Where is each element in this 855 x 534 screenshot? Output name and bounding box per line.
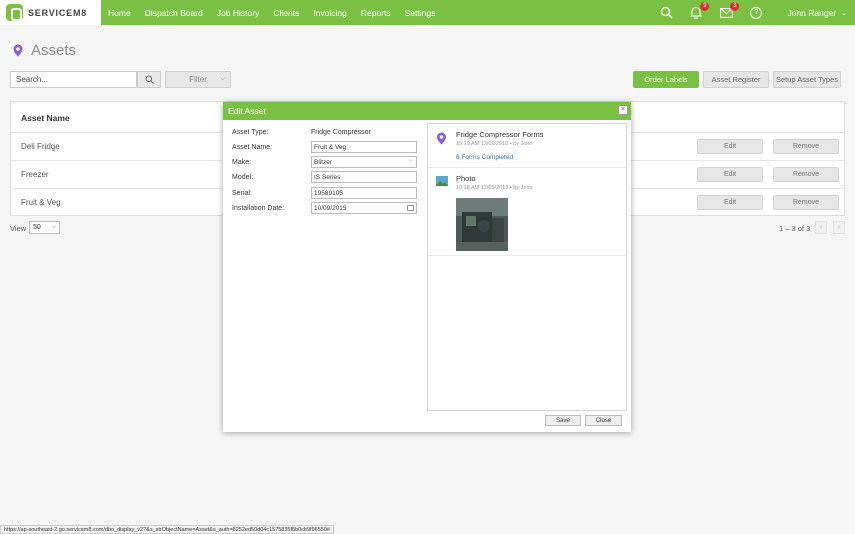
photo-item[interactable]: Photo 10:18 AM 12/09/2018 • by John	[428, 168, 626, 256]
make-label: Make:	[232, 159, 252, 166]
remove-button[interactable]: Remove	[773, 195, 839, 210]
edit-button[interactable]: Edit	[697, 139, 763, 154]
nav-home[interactable]: Home	[101, 8, 138, 18]
help-icon[interactable]: ?	[748, 5, 764, 21]
remove-button[interactable]: Remove	[773, 139, 839, 154]
save-button[interactable]: Save	[545, 415, 581, 426]
nav-right: 9 3 ? John Ranger ⌄	[651, 0, 855, 25]
asset-name-cell: Fruit & Veg	[21, 198, 61, 207]
edit-asset-modal: Edit Asset × Asset Type: Fridge Compress…	[223, 102, 631, 432]
page-size-select[interactable]: 50 ⌵	[29, 221, 60, 234]
photo-thumbnail[interactable]	[456, 198, 508, 251]
close-button[interactable]: Close	[585, 415, 622, 426]
app-root: SERVICEM8 Home Dispatch Board Job Histor…	[0, 0, 855, 534]
nav-clients[interactable]: Clients	[266, 8, 306, 18]
next-page-button[interactable]: ›	[833, 221, 845, 234]
forms-title: Fridge Compressor Forms	[456, 130, 544, 139]
nav-reports[interactable]: Reports	[354, 8, 398, 18]
photo-title: Photo	[456, 174, 476, 183]
filter-label: Filter	[189, 75, 207, 84]
asset-name-cell: Deli Fridge	[21, 142, 60, 151]
calendar-icon[interactable]	[407, 205, 414, 211]
nav-invoicing[interactable]: Invoicing	[306, 8, 354, 18]
main-nav: Home Dispatch Board Job History Clients …	[101, 0, 442, 25]
asset-register-button[interactable]: Asset Register	[703, 71, 769, 88]
installation-date-field[interactable]: 10/09/2015	[311, 202, 417, 214]
make-select[interactable]: Blitzer ⌵	[311, 156, 417, 168]
bell-icon[interactable]: 9	[688, 1, 710, 21]
search-icon	[145, 75, 154, 84]
remove-button[interactable]: Remove	[773, 167, 839, 182]
page-header: Assets	[13, 42, 76, 59]
modal-title: Edit Asset	[228, 106, 266, 116]
photo-icon	[436, 176, 448, 186]
modal-header: Edit Asset ×	[223, 102, 631, 120]
setup-asset-types-button[interactable]: Setup Asset Types	[773, 71, 841, 88]
model-label: Model:	[232, 174, 254, 181]
close-icon[interactable]: ×	[618, 105, 628, 115]
edit-button[interactable]: Edit	[697, 195, 763, 210]
photo-meta: 10:18 AM 12/09/2018 • by John	[456, 185, 533, 191]
user-menu[interactable]: John Ranger	[787, 8, 836, 18]
chevron-down-icon: ⌵	[51, 224, 56, 230]
chevron-down-icon[interactable]: ⌄	[841, 9, 847, 17]
chevron-down-icon: ⌵	[220, 76, 225, 82]
asset-type-value: Fridge Compressor	[311, 129, 371, 136]
logo-text: SERVICEM8	[28, 7, 88, 18]
forms-meta: 10:19 AM 12/09/2018 • by John	[456, 141, 533, 147]
nav-dispatch-board[interactable]: Dispatch Board	[138, 8, 210, 18]
messages-badge: 3	[730, 1, 740, 11]
column-header-asset-name[interactable]: Asset Name	[21, 113, 70, 123]
installation-date-value: 10/09/2015	[314, 205, 347, 212]
help-glyph: ?	[750, 6, 763, 19]
page-size-value: 50	[33, 224, 41, 231]
filter-dropdown[interactable]: Filter ⌵	[165, 71, 231, 88]
prev-page-button[interactable]: ‹	[815, 221, 827, 234]
order-labels-button[interactable]: Order Labels	[633, 71, 699, 88]
search-input[interactable]: Search...	[10, 71, 137, 88]
serial-label: Serial:	[232, 190, 252, 197]
top-navbar: SERVICEM8 Home Dispatch Board Job Histor…	[0, 0, 855, 25]
nav-settings[interactable]: Settings	[398, 8, 443, 18]
location-pin-icon	[13, 44, 23, 57]
mail-icon[interactable]: 3	[718, 1, 740, 21]
status-bar-url: https://ap-southeast-2.go.servicem8.com/…	[0, 525, 334, 534]
search-button[interactable]	[137, 71, 161, 88]
asset-name-label: Asset Name:	[232, 144, 273, 151]
serial-field[interactable]: 19589105	[311, 187, 417, 199]
notifications-badge: 9	[700, 1, 710, 11]
asset-name-field[interactable]: Fruit & Veg	[311, 141, 417, 153]
page-title: Assets	[31, 42, 77, 59]
installation-date-label: Installation Date:	[232, 205, 285, 212]
logo-mark-icon	[6, 4, 23, 21]
asset-name-cell: Freezer	[21, 170, 49, 179]
make-value: Blitzer	[314, 159, 333, 166]
nav-job-history[interactable]: Job History	[210, 8, 267, 18]
edit-button[interactable]: Edit	[697, 167, 763, 182]
chevron-down-icon: ⌵	[408, 158, 413, 164]
forms-completed-link[interactable]: 6 Forms Completed	[456, 154, 513, 161]
forms-item[interactable]: Fridge Compressor Forms 10:19 AM 12/09/2…	[428, 124, 626, 168]
location-pin-icon	[437, 132, 446, 145]
model-field[interactable]: IS Series	[311, 171, 417, 183]
view-label: View	[10, 224, 27, 233]
asset-type-label: Asset Type:	[232, 129, 269, 136]
logo[interactable]: SERVICEM8	[0, 0, 101, 25]
search-icon[interactable]	[658, 5, 674, 21]
attachments-panel: Fridge Compressor Forms 10:19 AM 12/09/2…	[427, 123, 627, 411]
pagination-text: 1 – 3 of 3	[779, 224, 811, 233]
